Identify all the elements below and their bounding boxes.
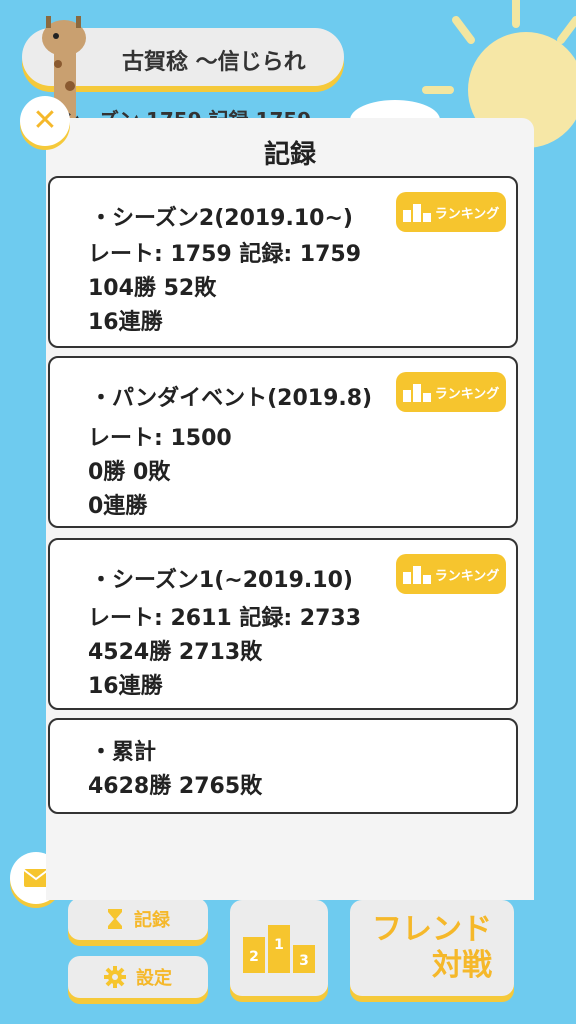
modal-title: 記録 [263, 140, 316, 170]
record-line: 4524勝 2713敗 [88, 640, 263, 665]
ranking-label: ランキング [434, 568, 500, 584]
podium-icon [402, 566, 431, 584]
record-line: 0勝 0敗 [88, 460, 171, 485]
total-title: ・累計 [90, 740, 157, 765]
user-name: 古賀稔 〜信じられ [122, 50, 306, 75]
record-card-panda-event: ・パンダイベント(2019.8) ランキング レート: 1500 0勝 0敗 0… [48, 356, 518, 528]
friend-battle-line2: 対戦 [432, 948, 492, 983]
friend-battle-label: フレンド 対戦 [372, 912, 492, 984]
ranking-button[interactable]: ランキング [396, 554, 506, 594]
close-button[interactable]: ✕ [20, 96, 70, 146]
friend-battle-button[interactable]: フレンド 対戦 [350, 900, 514, 996]
podium-icon: 2 1 3 [243, 925, 315, 973]
record-line: 0連勝 [88, 494, 148, 519]
record-nav-button[interactable]: 記録 [68, 898, 208, 940]
ranking-nav-button[interactable]: 2 1 3 [230, 900, 328, 996]
podium-icon [402, 204, 431, 222]
podium-number: 1 [274, 937, 284, 953]
total-line: 4628勝 2765敗 [88, 774, 263, 799]
podium-number: 3 [299, 953, 309, 969]
record-card-season1: ・シーズン1(~2019.10) ランキング レート: 2611 記録: 273… [48, 538, 518, 710]
settings-nav-label: 設定 [136, 968, 172, 989]
hourglass-icon [108, 909, 122, 929]
record-line: レート: 2611 記録: 2733 [88, 606, 362, 631]
record-modal: 記録 ・シーズン2(2019.10~) ランキング レート: 1759 記録: … [46, 118, 534, 900]
record-title: ・シーズン1(~2019.10) [90, 568, 353, 593]
ranking-label: ランキング [434, 386, 500, 402]
friend-battle-line1: フレンド [372, 912, 492, 947]
podium-icon [402, 384, 431, 402]
record-title: ・パンダイベント(2019.8) [90, 386, 373, 411]
gear-icon [104, 966, 126, 988]
record-line: 16連勝 [88, 310, 163, 335]
record-title: ・シーズン2(2019.10~) [90, 206, 353, 231]
podium-number: 2 [249, 949, 259, 965]
ranking-button[interactable]: ランキング [396, 372, 506, 412]
record-card-total: ・累計 4628勝 2765敗 [48, 718, 518, 814]
record-line: 16連勝 [88, 674, 163, 699]
record-line: レート: 1500 [88, 426, 232, 451]
close-icon: ✕ [32, 103, 58, 138]
record-card-season2: ・シーズン2(2019.10~) ランキング レート: 1759 記録: 175… [48, 176, 518, 348]
record-line: 104勝 52敗 [88, 276, 217, 301]
ranking-button[interactable]: ランキング [396, 192, 506, 232]
settings-nav-button[interactable]: 設定 [68, 956, 208, 998]
record-nav-label: 記録 [134, 910, 170, 931]
ranking-label: ランキング [434, 206, 500, 222]
record-line: レート: 1759 記録: 1759 [88, 242, 362, 267]
